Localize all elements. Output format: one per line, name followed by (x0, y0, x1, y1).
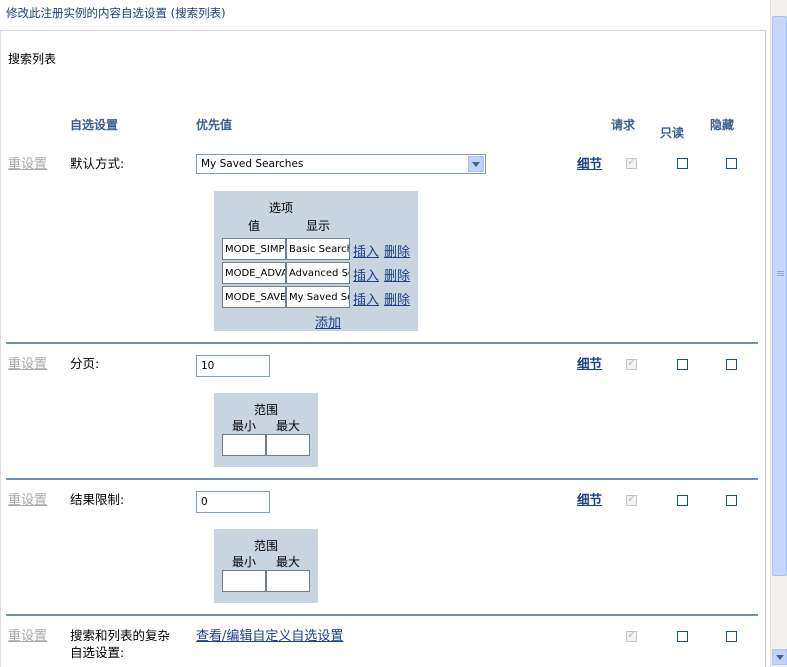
delete-link[interactable]: 删除 (384, 289, 410, 308)
reset-link-paging[interactable]: 重设置 (8, 353, 47, 372)
hidden-checkbox-result-limit[interactable] (726, 495, 737, 506)
row-separator (6, 342, 758, 344)
scrollbar-thumb[interactable] (772, 16, 787, 576)
paging-input-value: 10 (201, 360, 215, 372)
range-max-input[interactable] (266, 570, 310, 592)
range-max-label: 最大 (275, 419, 300, 433)
option-value-field[interactable]: MODE_SIMP (222, 238, 286, 260)
readonly-checkbox-complex[interactable] (677, 631, 688, 642)
required-checkbox-result-limit (626, 492, 637, 506)
option-value-text: MODE_SAVE (225, 292, 286, 303)
options-col-value: 值 (247, 219, 260, 233)
page-title: 修改此注册实例的内容自选设置 (搜索列表) (6, 6, 226, 20)
range-min-label: 最小 (231, 419, 256, 433)
view-edit-custom-prefs-link[interactable]: 查看/编辑自定义自选设置 (196, 625, 343, 644)
option-display-field[interactable]: My Saved Se (286, 286, 350, 308)
range-min-label: 最小 (231, 555, 256, 569)
row-separator (6, 478, 758, 480)
insert-link[interactable]: 插入 (353, 289, 379, 308)
readonly-checkbox-paging[interactable] (677, 359, 688, 370)
hidden-checkbox-complex[interactable] (726, 631, 737, 642)
dropdown-chevron-icon[interactable] (468, 156, 484, 172)
grip-line (777, 273, 784, 274)
complex-label-line2: 自选设置: (70, 645, 125, 660)
header-preference: 自选设置 (70, 118, 119, 132)
header-required: 请求 (611, 118, 636, 132)
range-min-input[interactable] (222, 570, 266, 592)
add-option-link[interactable]: 添加 (315, 312, 341, 331)
header-readonly: 只读 (660, 126, 685, 140)
option-value-text: MODE_SIMP (225, 244, 285, 255)
default-mode-label: 默认方式: (70, 156, 125, 171)
hidden-checkbox-paging[interactable] (726, 359, 737, 370)
range-max-label: 最大 (275, 555, 300, 569)
range-max-input[interactable] (266, 434, 310, 456)
insert-link[interactable]: 插入 (353, 241, 379, 260)
vertical-scrollbar[interactable] (770, 0, 787, 667)
section-title: 搜索列表 (8, 52, 57, 66)
readonly-checkbox-result-limit[interactable] (677, 495, 688, 506)
options-col-display: 显示 (305, 219, 330, 233)
detail-link-result-limit[interactable]: 细节 (577, 489, 602, 508)
result-limit-label: 结果限制: (70, 492, 125, 507)
row-separator (6, 614, 758, 616)
option-display-text: Advanced Se (289, 268, 350, 279)
default-mode-select[interactable]: My Saved Searches (196, 154, 486, 174)
option-display-text: My Saved Se (289, 292, 350, 303)
reset-link-complex[interactable]: 重设置 (8, 625, 47, 644)
option-display-field[interactable]: Basic Search (286, 238, 350, 260)
paging-input[interactable]: 10 (196, 355, 270, 377)
range-title: 范围 (253, 539, 278, 553)
delete-link[interactable]: 删除 (384, 241, 410, 260)
result-limit-input-value: 0 (201, 496, 208, 508)
required-checkbox-default-mode (626, 155, 637, 169)
reset-link-result-limit[interactable]: 重设置 (8, 489, 47, 508)
readonly-checkbox-default-mode[interactable] (677, 158, 688, 169)
result-limit-input[interactable]: 0 (196, 491, 270, 513)
detail-link-default-mode[interactable]: 细节 (577, 153, 602, 172)
reset-link-default-mode[interactable]: 重设置 (8, 153, 47, 172)
options-title: 选项 (268, 201, 293, 215)
range-title: 范围 (253, 403, 278, 417)
hidden-checkbox-default-mode[interactable] (726, 158, 737, 169)
header-value: 优先值 (196, 118, 233, 132)
option-value-field[interactable]: MODE_SAVE (222, 286, 286, 308)
insert-link[interactable]: 插入 (353, 265, 379, 284)
range-min-input[interactable] (222, 434, 266, 456)
required-checkbox-paging (626, 356, 637, 370)
paging-label: 分页: (70, 356, 100, 371)
header-hidden: 隐藏 (710, 118, 735, 132)
scroll-down-icon[interactable] (772, 649, 787, 665)
delete-link[interactable]: 删除 (384, 265, 410, 284)
required-checkbox-complex (626, 628, 637, 642)
option-value-field[interactable]: MODE_ADVA (222, 262, 286, 284)
grip-line (777, 275, 784, 276)
option-display-text: Basic Search (289, 244, 350, 255)
option-display-field[interactable]: Advanced Se (286, 262, 350, 284)
default-mode-selected-value: My Saved Searches (201, 158, 304, 170)
grip-line (777, 271, 784, 272)
detail-link-paging[interactable]: 细节 (577, 353, 602, 372)
page-header-bar: 修改此注册实例的内容自选设置 (搜索列表) (0, 0, 766, 31)
option-value-text: MODE_ADVA (225, 268, 286, 279)
